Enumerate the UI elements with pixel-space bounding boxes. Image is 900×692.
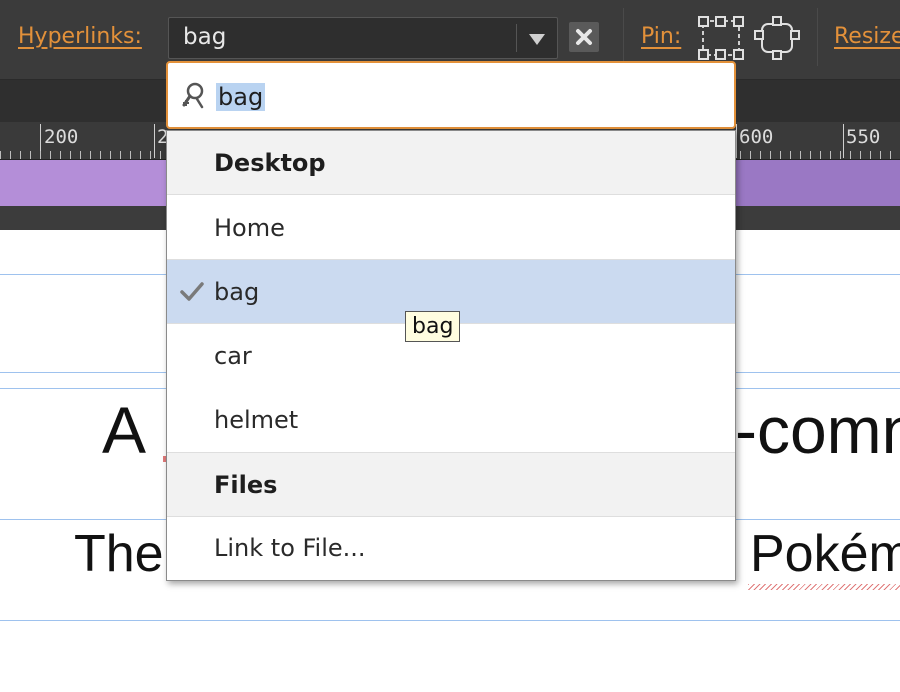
menu-item-home[interactable]: Home: [167, 195, 735, 260]
menu-item-link-to-file[interactable]: Link to File...: [167, 517, 735, 580]
layout-guide: [0, 620, 900, 621]
menu-section-header: Desktop: [167, 131, 735, 195]
hyperlinks-combobox[interactable]: bag: [168, 17, 558, 59]
ruler-label: 200: [44, 126, 79, 148]
combo-divider: [516, 24, 517, 52]
hyperlinks-value: bag: [183, 24, 227, 50]
close-icon: [576, 29, 592, 45]
menu-item-label: helmet: [214, 406, 299, 434]
menu-item-label: bag: [214, 278, 260, 306]
toolbar-separator: [817, 8, 818, 66]
chevron-down-icon[interactable]: [526, 30, 548, 48]
clear-button[interactable]: [569, 22, 599, 52]
checkmark-icon: [180, 282, 204, 301]
ruler-label: 600: [739, 126, 774, 148]
menu-item-label: Home: [214, 214, 285, 242]
spellcheck-underline: [748, 584, 900, 590]
menu-section-label: Desktop: [214, 149, 326, 177]
search-value[interactable]: bag: [216, 83, 266, 111]
menu-item-label: car: [214, 342, 252, 370]
breakpoint-segment[interactable]: [735, 160, 900, 206]
paragraph-text-right[interactable]: Pokém: [750, 524, 900, 584]
resize-label[interactable]: Resize: [834, 24, 900, 49]
toolbar-separator: [623, 8, 624, 66]
hyperlinks-label[interactable]: Hyperlinks:: [18, 24, 142, 49]
link-search-input[interactable]: bag: [166, 61, 736, 129]
paragraph-text-left[interactable]: The: [74, 524, 164, 584]
pin-label[interactable]: Pin:: [641, 24, 681, 49]
menu-section-header: Files: [167, 453, 735, 517]
hyperlinks-dropdown-menu: Desktop Home bag car helmet Files Link t…: [166, 130, 736, 581]
heading-text-right[interactable]: -comn: [735, 392, 900, 468]
ruler-label: 550: [846, 126, 881, 148]
search-icon: [182, 82, 204, 109]
pin-center-icon[interactable]: [754, 16, 800, 60]
menu-item-label: Link to File...: [214, 534, 366, 562]
menu-item-helmet[interactable]: helmet: [167, 388, 735, 453]
heading-text-left[interactable]: A: [102, 392, 146, 468]
menu-section-label: Files: [214, 471, 278, 499]
tooltip: bag: [405, 311, 461, 342]
pin-all-corners-icon[interactable]: [698, 16, 744, 60]
